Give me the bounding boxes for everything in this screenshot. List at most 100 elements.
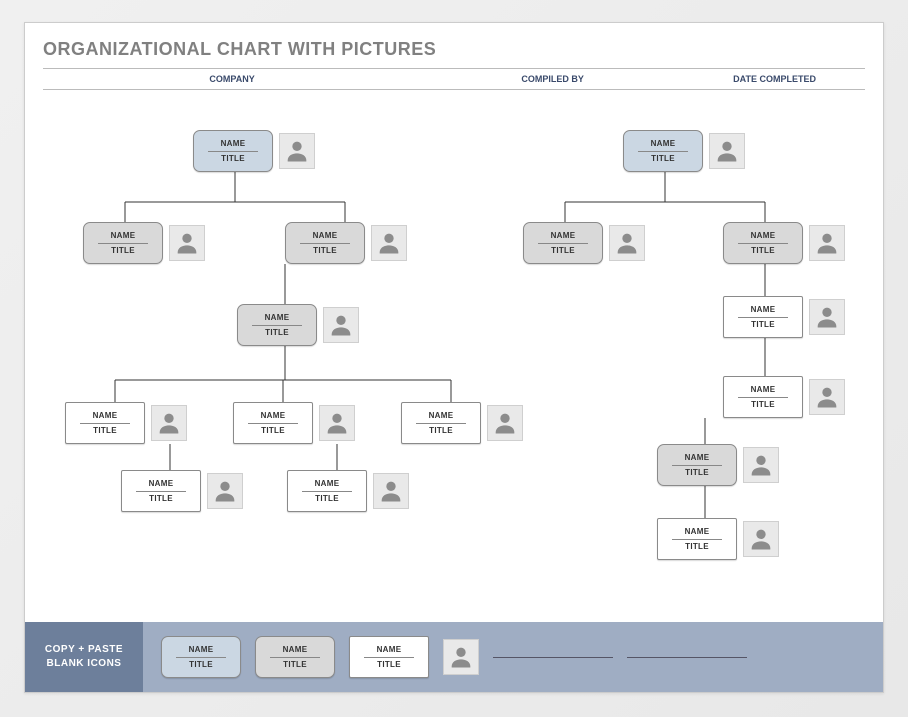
template-card-white[interactable]: NAME TITLE <box>349 636 429 678</box>
title-label: TITLE <box>685 542 709 551</box>
name-label: NAME <box>551 231 576 241</box>
company-field-label: COMPANY <box>43 74 421 84</box>
title-label: TITLE <box>313 246 337 255</box>
node-right-l2-a[interactable]: NAME TITLE <box>523 222 645 264</box>
name-label: NAME <box>751 231 776 241</box>
title-label: TITLE <box>685 468 709 477</box>
node-left-l3[interactable]: NAME TITLE <box>237 304 359 346</box>
card: NAME TITLE <box>723 376 803 418</box>
title-label: TITLE <box>551 246 575 255</box>
name-label: NAME <box>377 645 402 655</box>
title-label: TITLE <box>429 426 453 435</box>
node-left-root[interactable]: NAME TITLE <box>193 130 315 172</box>
title-label: TITLE <box>149 494 173 503</box>
template-card-grey[interactable]: NAME TITLE <box>255 636 335 678</box>
name-label: NAME <box>261 411 286 421</box>
avatar-placeholder <box>371 225 407 261</box>
name-label: NAME <box>149 479 174 489</box>
template-avatar[interactable] <box>443 639 479 675</box>
divider <box>538 243 588 244</box>
card: NAME TITLE <box>401 402 481 444</box>
node-right-l6[interactable]: NAME TITLE <box>657 518 779 560</box>
divider <box>672 539 722 540</box>
title-label: TITLE <box>315 494 339 503</box>
card: NAME TITLE <box>83 222 163 264</box>
title-label: TITLE <box>751 400 775 409</box>
card: NAME TITLE <box>285 222 365 264</box>
title-label: TITLE <box>751 246 775 255</box>
avatar-placeholder <box>743 447 779 483</box>
node-left-l4-c[interactable]: NAME TITLE <box>401 402 523 444</box>
name-label: NAME <box>283 645 308 655</box>
divider <box>136 491 186 492</box>
divider <box>738 243 788 244</box>
date-completed-field-label: DATE COMPLETED <box>684 74 865 84</box>
node-left-l4-a[interactable]: NAME TITLE <box>65 402 187 444</box>
template-line-1[interactable] <box>493 657 613 658</box>
name-label: NAME <box>751 385 776 395</box>
template-line-2[interactable] <box>627 657 747 658</box>
footer-strip: COPY + PASTE BLANK ICONS NAME TITLE NAME… <box>25 622 883 692</box>
divider <box>738 317 788 318</box>
page-title: ORGANIZATIONAL CHART WITH PICTURES <box>25 23 883 68</box>
card: NAME TITLE <box>523 222 603 264</box>
avatar-placeholder <box>809 299 845 335</box>
card: NAME TITLE <box>623 130 703 172</box>
card: NAME TITLE <box>723 222 803 264</box>
avatar-placeholder <box>319 405 355 441</box>
divider <box>738 397 788 398</box>
divider <box>300 243 350 244</box>
avatar-placeholder <box>487 405 523 441</box>
org-chart-canvas: NAME TITLE NAME TITLE NAME TITLE <box>25 90 883 580</box>
node-right-l3[interactable]: NAME TITLE <box>723 296 845 338</box>
node-left-l4-b[interactable]: NAME TITLE <box>233 402 355 444</box>
divider <box>302 491 352 492</box>
avatar-placeholder <box>151 405 187 441</box>
avatar-placeholder <box>323 307 359 343</box>
name-label: NAME <box>93 411 118 421</box>
card: NAME TITLE <box>65 402 145 444</box>
divider <box>672 465 722 466</box>
card: NAME TITLE <box>657 518 737 560</box>
name-label: NAME <box>685 527 710 537</box>
node-left-l5-b[interactable]: NAME TITLE <box>287 470 409 512</box>
header-fields-row: COMPANY COMPILED BY DATE COMPLETED <box>43 68 865 90</box>
avatar-placeholder <box>743 521 779 557</box>
divider <box>252 325 302 326</box>
title-label: TITLE <box>189 660 213 669</box>
node-left-l2-b[interactable]: NAME TITLE <box>285 222 407 264</box>
title-label: TITLE <box>651 154 675 163</box>
title-label: TITLE <box>111 246 135 255</box>
divider <box>364 657 414 658</box>
divider <box>248 423 298 424</box>
node-right-root[interactable]: NAME TITLE <box>623 130 745 172</box>
avatar-placeholder <box>809 379 845 415</box>
name-label: NAME <box>313 231 338 241</box>
name-label: NAME <box>221 139 246 149</box>
node-right-l4[interactable]: NAME TITLE <box>723 376 845 418</box>
title-label: TITLE <box>265 328 289 337</box>
name-label: NAME <box>751 305 776 315</box>
avatar-placeholder <box>809 225 845 261</box>
name-label: NAME <box>189 645 214 655</box>
title-label: TITLE <box>377 660 401 669</box>
avatar-placeholder <box>709 133 745 169</box>
title-label: TITLE <box>283 660 307 669</box>
name-label: NAME <box>315 479 340 489</box>
node-left-l5-a[interactable]: NAME TITLE <box>121 470 243 512</box>
title-label: TITLE <box>751 320 775 329</box>
title-label: TITLE <box>221 154 245 163</box>
node-left-l2-a[interactable]: NAME TITLE <box>83 222 205 264</box>
card: NAME TITLE <box>193 130 273 172</box>
name-label: NAME <box>685 453 710 463</box>
node-right-l5[interactable]: NAME TITLE <box>657 444 779 486</box>
avatar-placeholder <box>169 225 205 261</box>
node-right-l2-b[interactable]: NAME TITLE <box>723 222 845 264</box>
divider <box>176 657 226 658</box>
card: NAME TITLE <box>723 296 803 338</box>
compiled-by-field-label: COMPILED BY <box>421 74 684 84</box>
divider <box>416 423 466 424</box>
template-card-blue[interactable]: NAME TITLE <box>161 636 241 678</box>
avatar-placeholder <box>609 225 645 261</box>
avatar-placeholder <box>207 473 243 509</box>
